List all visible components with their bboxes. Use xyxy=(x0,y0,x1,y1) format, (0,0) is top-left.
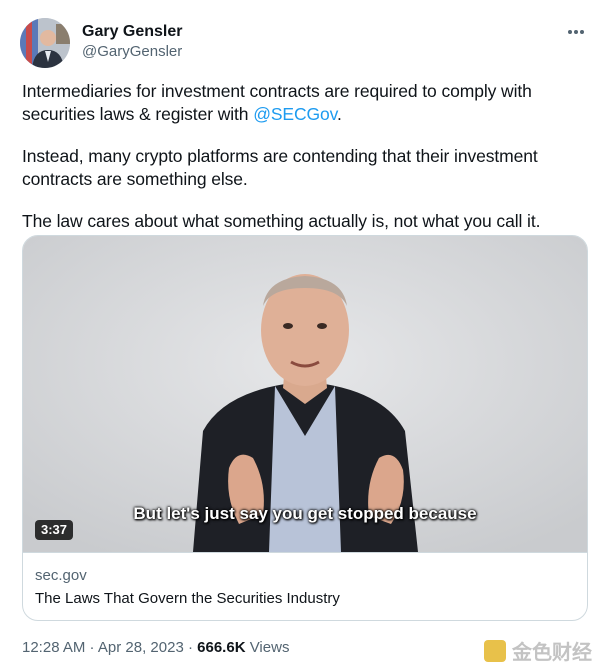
author-name[interactable]: Gary Gensler xyxy=(82,22,183,42)
tweet-paragraph-1: Intermediaries for investment contracts … xyxy=(22,81,532,124)
watermark: 金色财经 xyxy=(484,636,592,665)
views-count: 666.6K xyxy=(197,639,246,656)
avatar-image xyxy=(20,18,70,68)
tweet-footer: 12:28 AM · Apr 28, 2023 · 666.6K Views xyxy=(22,639,290,656)
author-handle[interactable]: @GaryGensler xyxy=(82,42,182,62)
card-title: The Laws That Govern the Securities Indu… xyxy=(35,590,340,607)
tweet-paragraph-3: The law cares about what something actua… xyxy=(22,211,541,231)
video-subtitle: But let's just say you get stopped becau… xyxy=(133,504,477,523)
tweet-text: Intermediaries for investment contracts … xyxy=(22,80,587,252)
video-duration-badge: 3:37 xyxy=(35,520,74,540)
mention-link[interactable]: @SECGov xyxy=(253,104,337,124)
link-card[interactable]: But let's just say you get stopped becau… xyxy=(22,235,588,621)
watermark-logo-icon xyxy=(484,639,506,662)
more-horizontal-icon xyxy=(568,30,584,34)
tweet-date[interactable]: Apr 28, 2023 xyxy=(98,639,184,656)
more-options-button[interactable] xyxy=(564,20,588,44)
card-domain: sec.gov xyxy=(35,567,87,584)
tweet-time[interactable]: 12:28 AM xyxy=(22,639,85,656)
tweet-paragraph-2: Instead, many crypto platforms are conte… xyxy=(22,146,538,189)
video-player[interactable]: But let's just say you get stopped becau… xyxy=(23,236,587,552)
views-label: Views xyxy=(249,639,290,656)
card-meta[interactable]: sec.gov The Laws That Govern the Securit… xyxy=(23,552,587,619)
watermark-text: 金色财经 xyxy=(512,642,592,664)
avatar[interactable] xyxy=(20,18,70,68)
